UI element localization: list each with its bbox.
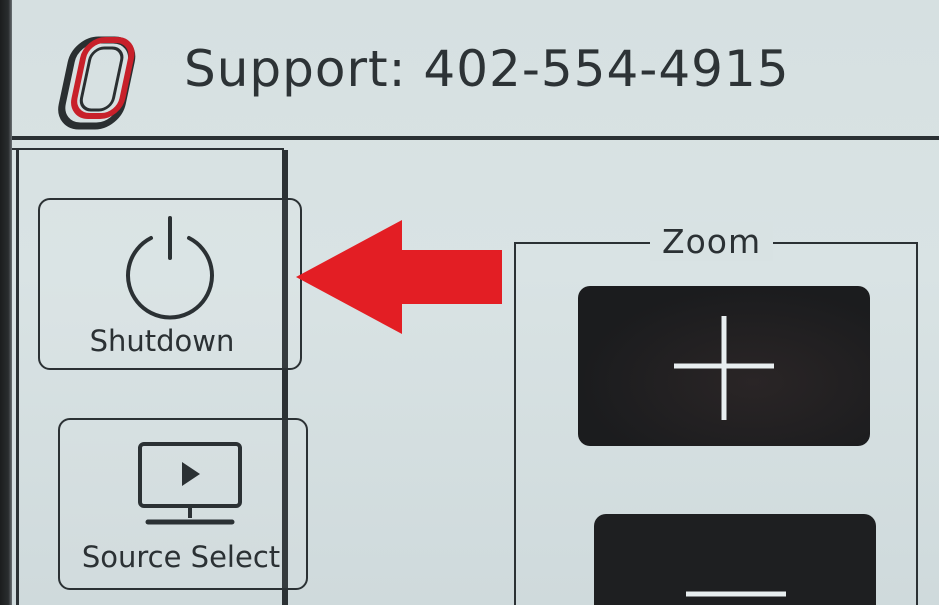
- zoom-in-button[interactable]: [578, 286, 870, 446]
- source-select-label: Source Select: [81, 540, 281, 574]
- shutdown-button[interactable]: Shutdown: [38, 198, 302, 370]
- power-icon: [126, 216, 214, 320]
- device-bezel: [0, 0, 12, 605]
- plus-icon: [674, 316, 774, 420]
- shutdown-label: Shutdown: [89, 324, 235, 358]
- support-phone-text: Support: 402-554-4915: [184, 40, 790, 98]
- header-bar: Support: 402-554-4915: [12, 0, 939, 138]
- source-select-button[interactable]: Source Select: [58, 418, 308, 590]
- header-divider: [12, 136, 939, 140]
- touch-panel-screen: Support: 402-554-4915 Shutdown Source Se…: [0, 0, 939, 605]
- minus-icon: [686, 591, 786, 597]
- sidebar-top-border: [12, 148, 284, 150]
- zoom-title: Zoom: [650, 222, 774, 261]
- monitor-play-icon: [138, 442, 242, 525]
- sidebar-left-border: [16, 150, 19, 605]
- red-arrow-left-icon: [296, 220, 502, 334]
- university-logo-icon: [58, 36, 136, 130]
- zoom-out-button[interactable]: [594, 514, 876, 605]
